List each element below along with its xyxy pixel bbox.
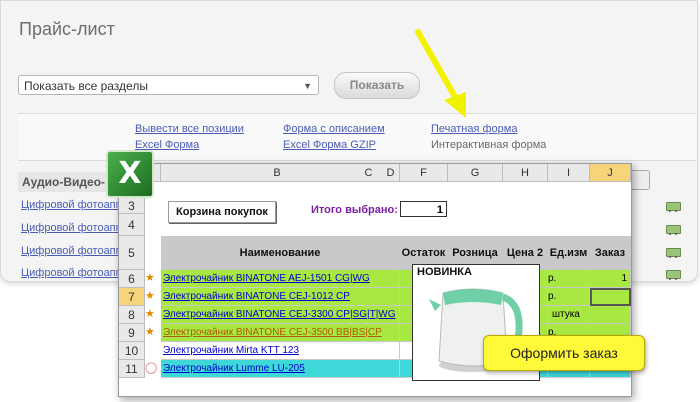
star-icon: ★ [145,308,155,320]
product-name-cell[interactable]: Электрочайник Lumme LU-205 [161,360,400,378]
unit-cell: р. [548,270,590,288]
total-value[interactable]: 1 [400,201,447,217]
row-header[interactable]: 6 [119,270,145,288]
section-select[interactable]: Показать все разделы ▼ [18,75,319,95]
column-header[interactable]: D [382,164,400,182]
page-title: Прайс-лист [19,19,115,39]
order-cell[interactable] [590,306,631,324]
unit-cell: штука [548,306,590,324]
show-all-link[interactable]: Вывести все позиции [135,123,244,135]
place-order-button[interactable]: Оформить заказ [483,335,645,371]
product-name-cell[interactable]: Электрочайник BINATONE CEJ-1012 CP [161,288,400,306]
column-header[interactable]: I [548,164,590,182]
add-to-cart-button[interactable] [651,264,695,281]
new-badge: НОВИНКА [417,266,472,278]
unit-cell: р. [548,288,590,306]
header-name: Наименование [161,236,400,270]
order-cell-selected[interactable] [590,288,631,306]
order-cell[interactable]: 1 [590,270,631,288]
row-header[interactable]: 10 [119,342,145,360]
product-name-cell[interactable]: Электрочайник BINATONE AEJ-1501 CG|WG [161,270,400,288]
excel-gzip-link[interactable]: Excel Форма GZIP [283,139,376,151]
product-link[interactable]: Цифровой фотоапп [21,245,122,257]
row-header[interactable]: 4 [119,214,145,236]
star-icon: ★ [145,272,155,284]
yellow-arrow-annotation [415,29,466,118]
product-name-cell[interactable]: Электрочайник BINATONE CEJ-3500 BB|BS|CP [161,324,400,342]
add-to-cart-button[interactable] [651,196,695,216]
chevron-down-icon: ▼ [303,81,312,91]
total-label: Итого выбрано: [311,204,398,216]
star-icon: ★ [145,290,155,302]
description-form-link[interactable]: Форма с описанием [283,123,385,135]
product-name-cell[interactable]: Электрочайник Mirta KTT 123 [161,342,400,360]
print-form-link[interactable]: Печатная форма [431,123,517,135]
interactive-form-link[interactable]: Интерактивная форма [431,139,546,151]
row-header[interactable]: 11 [119,360,145,378]
column-header[interactable]: F [400,164,448,182]
section-select-value: Показать все разделы [24,79,148,93]
column-header[interactable]: G [448,164,503,182]
cart-icon [665,268,681,280]
row-header[interactable]: 5 [119,236,145,270]
add-to-cart-button[interactable] [651,242,695,262]
product-link[interactable]: Цифровой фотоапп [21,222,122,234]
cart-button[interactable]: Корзина покупок [168,201,276,223]
column-header[interactable]: H [503,164,548,182]
column-header-selected[interactable]: J [590,164,631,182]
star-icon: ★ [145,326,155,338]
category-header: Аудио-Видео- [18,172,108,192]
cart-icon [665,223,681,235]
add-to-cart-button[interactable] [651,219,695,239]
cart-icon [665,246,681,258]
header-order: Заказ [590,236,631,270]
row-header[interactable]: 3 [119,198,145,214]
row-header-selected[interactable]: 7 [119,288,145,306]
product-link[interactable]: Цифровой фотоапп [21,199,122,211]
row-header[interactable]: 8 [119,306,145,324]
header-unit: Ед.изм [548,236,590,270]
product-link[interactable]: Цифровой фотоапп [21,267,122,279]
excel-logo-icon: X [106,150,154,198]
product-name-cell[interactable]: Электрочайник BINATONE CEJ-3300 CP|SG|T|… [161,306,400,324]
cart-icon [665,200,681,212]
comment-icon: ◯ [145,362,158,374]
row-header[interactable]: 9 [119,324,145,342]
column-header[interactable]: C [352,164,386,182]
